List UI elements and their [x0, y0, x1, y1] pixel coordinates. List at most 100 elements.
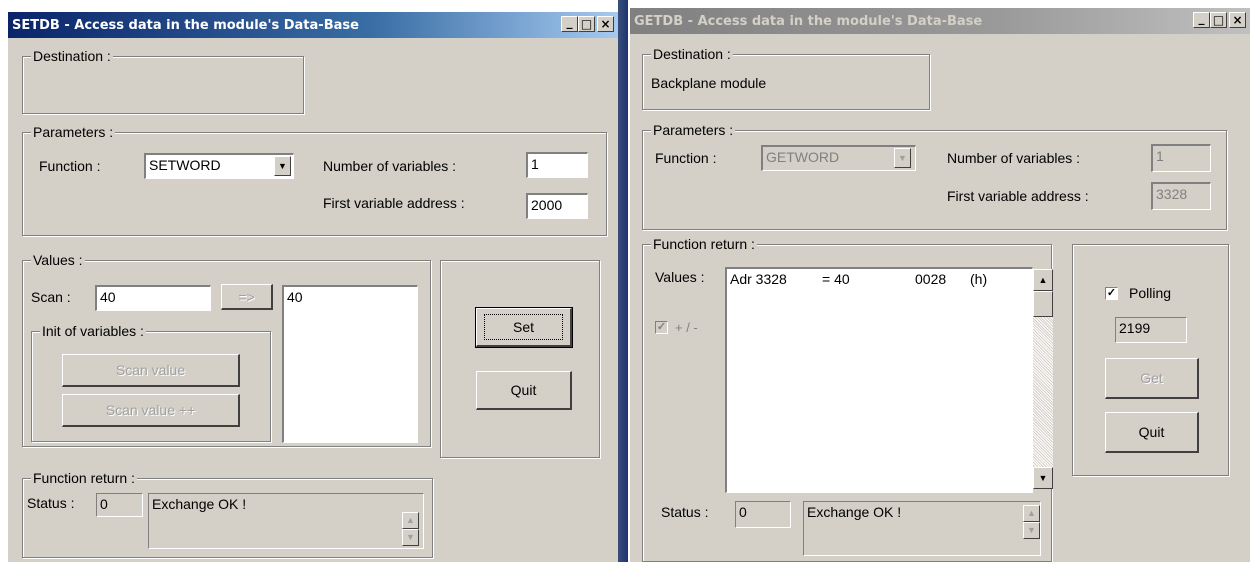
scan-input[interactable]: 40 [95, 285, 211, 311]
scan-value-button[interactable]: Scan value [62, 354, 240, 387]
values-scroll-up-button[interactable]: ▲ [1033, 269, 1053, 291]
status-code-value: 0 [739, 504, 747, 520]
scan-value-increment-label: Scan value ++ [105, 402, 196, 418]
scan-value-button-label: Scan value [115, 362, 186, 378]
quit-button-label: Quit [1138, 424, 1165, 440]
arrow-down-icon: ▼ [1027, 525, 1036, 535]
values-list[interactable]: 40 [282, 285, 418, 443]
minimize-button[interactable]: _ [561, 16, 578, 32]
polling-interval-value: 2199 [1119, 320, 1151, 336]
arrow-up-icon: ▲ [1038, 274, 1048, 285]
scan-value-increment-button[interactable]: Scan value ++ [62, 394, 240, 427]
destination-group: Destination : Backplane module [642, 46, 930, 110]
function-dropdown-button[interactable]: ▼ [894, 148, 911, 168]
window-divider [618, 0, 628, 562]
get-button-label: Get [1140, 370, 1163, 386]
list-item[interactable]: 40 [287, 289, 414, 305]
getdb-titlebar[interactable]: GETDB - Access data in the module's Data… [630, 8, 1250, 34]
maximize-icon: □ [580, 17, 593, 31]
status-code: 0 [96, 493, 143, 517]
arrow-up-icon: ▲ [1027, 508, 1036, 518]
num-vars-input[interactable]: 1 [1151, 144, 1211, 172]
parameters-group: Parameters : Function : GETWORD ▼ Number… [642, 122, 1227, 230]
quit-button[interactable]: Quit [1105, 412, 1199, 453]
close-button[interactable]: × [1229, 12, 1246, 28]
values-label: Values : [655, 269, 705, 285]
maximize-button[interactable]: □ [578, 16, 595, 32]
values-scroll-track[interactable] [1033, 317, 1053, 467]
destination-group: Destination : [22, 48, 304, 114]
first-addr-input[interactable]: 3328 [1151, 182, 1211, 210]
value-decimal: = 40 [822, 271, 850, 287]
first-addr-input[interactable]: 2000 [526, 193, 588, 219]
destination-label: Destination : [651, 46, 733, 62]
setdb-title: SETDB - Access data in the module's Data… [12, 17, 359, 33]
status-text: Exchange OK ! [152, 496, 247, 512]
values-group: Values : Scan : 40 => 40 Init of variabl… [22, 252, 431, 447]
plus-minus-checkbox[interactable]: ✓ [655, 321, 668, 334]
setdb-titlebar[interactable]: SETDB - Access data in the module's Data… [8, 12, 618, 38]
num-vars-value: 1 [1156, 148, 1164, 164]
function-value: SETWORD [149, 157, 221, 173]
action-group: Set Quit [440, 260, 600, 458]
first-addr-value: 2000 [531, 197, 563, 213]
status-scroll-up-button[interactable]: ▲ [1023, 505, 1040, 522]
list-item[interactable]: Adr 3328 = 40 0028 (h) [730, 271, 1029, 289]
status-text-box: Exchange OK ! [803, 501, 1041, 556]
minimize-icon: _ [1198, 11, 1205, 25]
check-icon: ✓ [1106, 287, 1117, 299]
polling-checkbox[interactable]: ✓ [1105, 287, 1118, 300]
destination-label: Destination : [31, 48, 113, 64]
value-hex: 0028 [915, 271, 947, 287]
num-vars-label: Number of variables : [323, 158, 457, 174]
parameters-group: Parameters : Function : SETWORD ▼ Number… [22, 124, 607, 236]
set-button[interactable]: Set [475, 307, 573, 348]
status-scroll-down-button[interactable]: ▼ [1023, 522, 1040, 539]
num-vars-value: 1 [531, 156, 539, 172]
status-code-value: 0 [100, 496, 108, 512]
transfer-arrow-icon: => [238, 288, 255, 305]
status-label: Status : [27, 495, 75, 511]
init-variables-label: Init of variables : [40, 323, 146, 339]
arrow-down-icon: ▼ [1038, 472, 1048, 483]
arrow-down-icon: ▼ [406, 532, 415, 542]
maximize-icon: □ [1212, 13, 1225, 27]
status-label: Status : [661, 504, 709, 520]
scan-label: Scan : [31, 289, 71, 305]
function-select[interactable]: GETWORD [761, 145, 916, 171]
plus-minus-label: + / - [675, 320, 698, 335]
quit-button[interactable]: Quit [476, 371, 572, 410]
num-vars-input[interactable]: 1 [526, 152, 588, 178]
minimize-button[interactable]: _ [1193, 12, 1210, 28]
set-button-label: Set [483, 314, 563, 340]
values-scroll-down-button[interactable]: ▼ [1033, 467, 1053, 489]
close-icon: × [1232, 13, 1243, 27]
status-text-box: Exchange OK ! [148, 493, 424, 549]
first-addr-value: 3328 [1156, 186, 1188, 202]
status-scroll-up-button[interactable]: ▲ [402, 512, 419, 529]
status-scroll-down-button[interactable]: ▼ [402, 529, 419, 546]
setdb-window: SETDB - Access data in the module's Data… [8, 12, 618, 562]
function-return-group: Function return : Values : Adr 3328 = 40… [642, 236, 1053, 562]
getdb-title: GETDB - Access data in the module's Data… [634, 13, 983, 29]
polling-group: ✓ Polling 2199 Get Quit [1072, 244, 1229, 476]
function-label: Function : [39, 158, 101, 174]
get-button[interactable]: Get [1105, 358, 1199, 399]
destination-value: Backplane module [651, 75, 767, 91]
transfer-button[interactable]: => [221, 284, 273, 310]
status-text: Exchange OK ! [807, 504, 902, 520]
values-label: Values : [31, 252, 85, 268]
values-list[interactable]: Adr 3328 = 40 0028 (h) [725, 267, 1033, 493]
chevron-down-icon: ▼ [898, 152, 907, 163]
check-icon: ✓ [656, 321, 667, 333]
maximize-button[interactable]: □ [1210, 12, 1227, 28]
init-variables-group: Init of variables : Scan value Scan valu… [31, 323, 271, 442]
chevron-down-icon: ▼ [278, 160, 287, 171]
function-select[interactable]: SETWORD [144, 153, 294, 179]
scan-value: 40 [100, 289, 116, 305]
values-scroll-thumb[interactable] [1033, 291, 1053, 317]
getdb-window: GETDB - Access data in the module's Data… [630, 8, 1250, 562]
close-button[interactable]: × [597, 16, 614, 32]
function-dropdown-button[interactable]: ▼ [274, 156, 291, 176]
polling-label: Polling [1129, 285, 1172, 301]
